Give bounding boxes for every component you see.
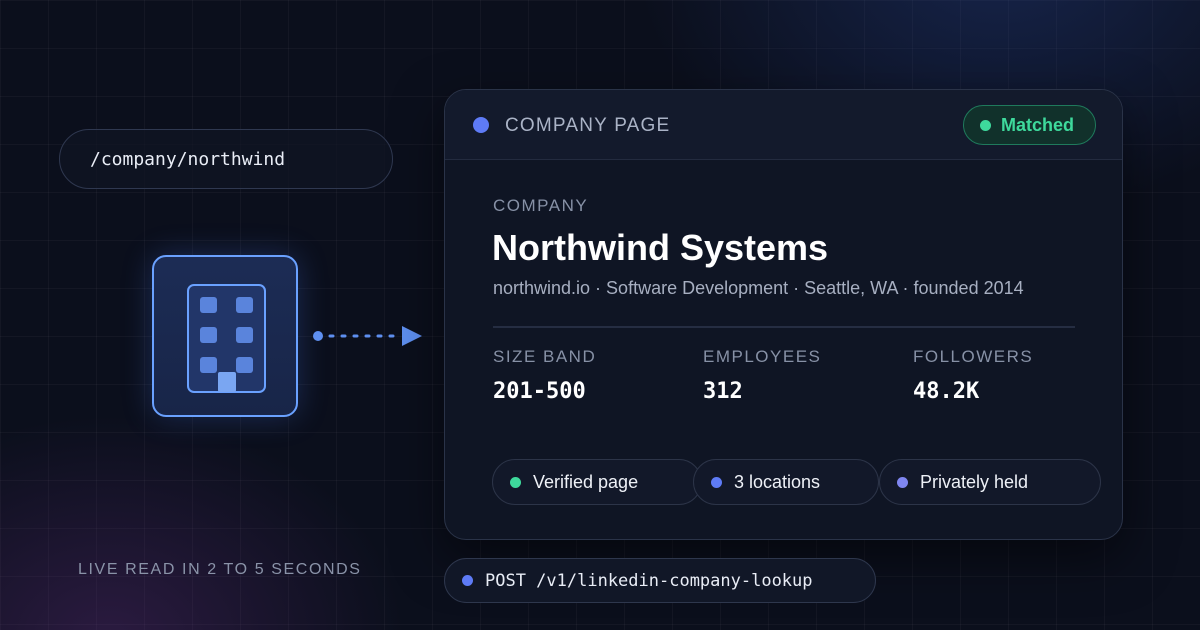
tag-dot-icon <box>897 476 908 488</box>
tag-locations: 3 locations <box>693 459 879 505</box>
company-eyebrow: COMPANY <box>493 196 589 215</box>
url-path-text: /company/northwind <box>90 148 286 170</box>
stat-label: EMPLOYEES <box>703 347 822 366</box>
url-path-pill: /company/northwind <box>59 129 393 189</box>
stat-employees: EMPLOYEES 312 <box>703 347 821 404</box>
tag-dot-icon <box>510 476 521 488</box>
building-icon <box>152 255 298 417</box>
tag-label: Privately held <box>920 471 1029 492</box>
company-card: COMPANY PAGE Matched COMPANY Northwind S… <box>444 89 1123 540</box>
matched-dot-icon <box>980 119 991 131</box>
matched-label: Matched <box>1001 114 1075 135</box>
tag-label: 3 locations <box>734 471 821 492</box>
tag-verified-page: Verified page <box>492 459 702 505</box>
divider <box>493 326 1075 328</box>
stat-value: 312 <box>703 379 743 404</box>
stat-label: SIZE BAND <box>493 347 597 366</box>
card-header-title: COMPANY PAGE <box>505 115 671 136</box>
card-header: COMPANY PAGE Matched <box>445 90 1122 160</box>
stat-value: 201-500 <box>493 379 586 404</box>
stat-label: FOLLOWERS <box>913 347 1034 366</box>
tag-privately-held: Privately held <box>879 459 1101 505</box>
live-read-caption: LIVE READ IN 2 TO 5 SECONDS <box>78 561 362 578</box>
stat-size-band: SIZE BAND 201-500 <box>493 347 596 404</box>
stat-value: 48.2K <box>913 379 980 404</box>
stat-followers: FOLLOWERS 48.2K <box>913 347 1033 404</box>
company-name: Northwind Systems <box>492 227 829 268</box>
header-status-dot <box>473 117 489 133</box>
tag-dot-icon <box>711 476 722 488</box>
endpoint-text: POST /v1/linkedin-company-lookup <box>485 570 813 591</box>
company-subline: northwind.io · Software Development · Se… <box>493 278 1024 298</box>
dotted-arrow-icon <box>313 326 422 346</box>
endpoint-pill: POST /v1/linkedin-company-lookup <box>444 558 876 603</box>
tag-label: Verified page <box>533 471 639 492</box>
matched-badge: Matched <box>963 105 1096 145</box>
endpoint-dot-icon <box>462 575 473 586</box>
